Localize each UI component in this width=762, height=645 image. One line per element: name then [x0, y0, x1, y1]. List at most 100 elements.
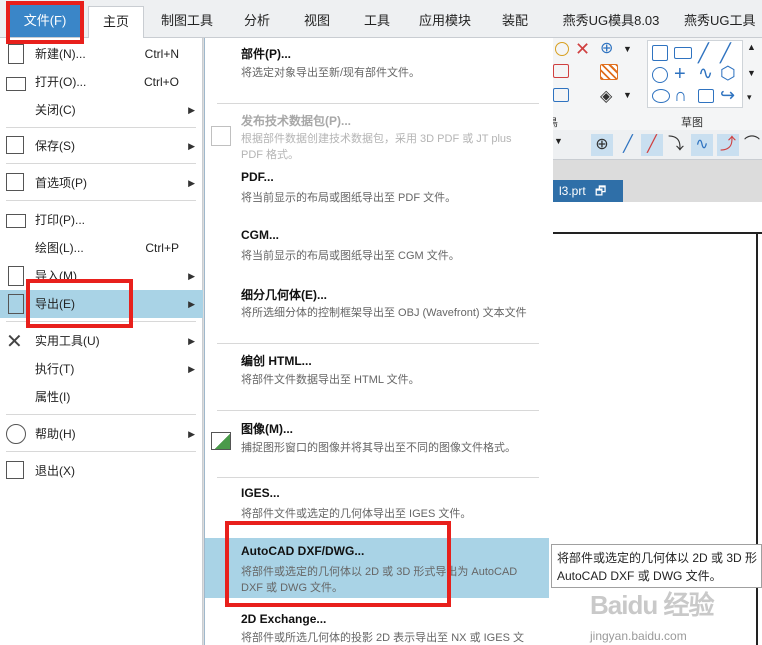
cross-icon[interactable]: ✕ — [575, 40, 593, 58]
chevron-right-icon: ▶ — [188, 364, 195, 374]
tooltip: 将部件或选定的几何体以 2D 或 3D 形 AutoCAD DXF 或 DWG … — [551, 544, 762, 588]
menu-item-utilities[interactable]: ✕ 实用工具(U) ▶ — [0, 327, 203, 355]
snap-point-icon[interactable]: ⊕ — [591, 134, 613, 156]
sketch-gallery: ╱ ╱ + ∿ ⬡ ∩ ↪ — [647, 40, 743, 108]
close-icon[interactable]: ✕ — [563, 206, 573, 220]
menu-item-label: 退出(X) — [35, 464, 75, 478]
chevron-right-icon: ▶ — [188, 105, 195, 115]
tab-analysis[interactable]: 分析 — [232, 6, 282, 38]
import-icon — [8, 266, 24, 286]
menu-item-help[interactable]: 帮助(H) ▶ — [0, 420, 203, 448]
tab-drafting-tools[interactable]: 制图工具 — [150, 6, 224, 38]
export-item-title: CGM... — [241, 228, 279, 242]
export-item-image[interactable]: 图像(M)... 捕捉图形窗口的图像并将其导出至不同的图像文件格式。 — [205, 416, 549, 466]
menu-item-properties[interactable]: 属性(I) — [0, 383, 203, 411]
menu-item-exit[interactable]: 退出(X) — [0, 457, 203, 485]
menu-item-shortcut: Ctrl+P — [145, 241, 179, 255]
export-item-pdf[interactable]: PDF... 将当前显示的布局或图纸导出至 PDF 文件。 — [205, 168, 549, 218]
gallery-scroll-up-icon[interactable]: ▲ — [747, 42, 756, 52]
export-item-cgm[interactable]: CGM... 将当前显示的布局或图纸导出至 CGM 文件。 — [205, 228, 549, 278]
rectangle-icon[interactable] — [674, 47, 692, 59]
export-item-desc: 捕捉图形窗口的图像并将其导出至不同的图像文件格式。 — [241, 442, 516, 454]
chevron-right-icon: ▶ — [188, 141, 195, 151]
conic-icon[interactable]: ∩ — [674, 85, 687, 106]
gallery-scroll-down-icon[interactable]: ▼ — [747, 68, 756, 78]
polygon-icon[interactable]: ⬡ — [720, 63, 736, 84]
menu-item-shortcut: Ctrl+N — [144, 47, 179, 61]
graphics-tab-label: l3.prt — [559, 184, 586, 198]
export-item-title: 部件(P)... — [241, 47, 291, 61]
offset-icon[interactable] — [698, 89, 714, 103]
tab-applications[interactable]: 应用模块 — [410, 6, 480, 38]
tab-assembly[interactable]: 装配 — [490, 6, 540, 38]
plus-icon[interactable]: + — [674, 63, 686, 86]
export-item-desc: 将选定对象导出至新/现有部件文件。 — [241, 67, 421, 79]
menu-item-save[interactable]: 保存(S) ▶ — [0, 132, 203, 160]
menu-item-open[interactable]: 打开(O)... Ctrl+O — [0, 68, 203, 96]
profile-icon[interactable] — [652, 45, 668, 61]
watermark-logo: Baidu 经验 — [590, 590, 714, 620]
menu-item-shortcut: Ctrl+O — [143, 75, 179, 89]
menu-item-label: 执行(T) — [35, 362, 75, 376]
export-item-title: IGES... — [241, 486, 280, 500]
tab-view[interactable]: 视图 — [292, 6, 342, 38]
export-item-title: 2D Exchange... — [241, 612, 327, 626]
export-item-desc: 将所选细分体的控制框架导出至 OBJ (Wavefront) 文本文件 — [241, 307, 527, 319]
ribbon-tab-bar: 文件(F) 主页 制图工具 分析 视图 工具 应用模块 装配 燕秀UG模具8.0… — [0, 0, 762, 38]
menu-item-label: 打印(P)... — [35, 213, 85, 227]
export-icon — [8, 294, 24, 314]
export-item-tessellated[interactable]: 细分几何体(E)... 将所选细分体的控制框架导出至 OBJ (Wavefron… — [205, 284, 549, 340]
ellipse-icon[interactable] — [652, 89, 670, 103]
fill-icon[interactable]: ◈ — [600, 86, 612, 106]
graphics-tab[interactable]: l3.prt 🗗 ✕ — [553, 180, 623, 220]
callout-file-tab — [6, 1, 84, 44]
point-icon[interactable]: ⊕ — [600, 40, 618, 58]
arc-icon[interactable]: ╱ — [720, 43, 731, 64]
menu-item-close[interactable]: 关闭(C) ▶ — [0, 96, 203, 124]
ribbon-panel: ✕ ⊕ ▼ ◈ ▼ 鳥 ╱ ╱ + ∿ ⬡ ∩ ↪ ▲ ▼ ▾ 草图 — [545, 38, 762, 130]
menu-item-execute[interactable]: 执行(T) ▶ — [0, 355, 203, 383]
fillet-icon[interactable] — [553, 64, 569, 78]
export-item-desc: 将部件或所选几何体的投影 2D 表示导出至 NX 或 IGES 文 — [241, 632, 524, 644]
tab-tools[interactable]: 工具 — [352, 6, 402, 38]
intersection-icon[interactable]: ∿ — [691, 134, 713, 156]
export-item-tech-data-package[interactable]: 发布技术数据包(P)... 根据部件数据创建技术数据包，采用 3D PDF 或 … — [205, 112, 549, 168]
chevron-right-icon: ▶ — [188, 178, 195, 188]
tab-home[interactable]: 主页 — [88, 6, 144, 38]
export-item-html[interactable]: 编创 HTML... 将部件文件数据导出至 HTML 文件。 — [205, 348, 549, 398]
fillet-curve-icon[interactable]: ↪ — [720, 85, 735, 106]
menu-item-preferences[interactable]: 首选项(P) ▶ — [0, 169, 203, 197]
menu-item-plot[interactable]: 绘图(L)... Ctrl+P — [0, 234, 203, 262]
tab-yanxiu-mold[interactable]: 燕秀UG模具8.03 — [556, 6, 666, 38]
tools-icon: ✕ — [6, 331, 23, 353]
tab-yanxiu-tools[interactable]: 燕秀UG工具 — [684, 6, 762, 38]
snap-toolbar: ▸ ▼ ⊕ ╱ ╱ ⤵ ∿ ⤴ ⌒ — [545, 130, 762, 160]
hatch-icon[interactable] — [600, 64, 618, 80]
menu-item-label: 属性(I) — [35, 390, 71, 404]
menu-item-label: 绘图(L)... — [35, 241, 84, 255]
endpoint-icon[interactable]: ╱ — [617, 134, 639, 156]
line-icon[interactable]: ╱ — [698, 43, 709, 64]
dropdown-icon[interactable]: ▼ — [623, 44, 632, 54]
export-item-desc: 将当前显示的布局或图纸导出至 CGM 文件。 — [241, 250, 460, 262]
control-point-icon[interactable]: ⤵ — [665, 134, 687, 156]
midpoint-icon[interactable]: ╱ — [641, 134, 663, 156]
menu-item-print[interactable]: 打印(P)... — [0, 206, 203, 234]
export-item-part[interactable]: 部件(P)... 将选定对象导出至新/现有部件文件。 — [205, 42, 549, 92]
export-item-title: 编创 HTML... — [241, 354, 312, 368]
menu-item-new[interactable]: 新建(N)... Ctrl+N — [0, 40, 203, 68]
arc-center-icon[interactable]: ⌒ — [743, 134, 761, 156]
restore-icon[interactable]: 🗗 — [595, 184, 606, 198]
image-icon[interactable] — [553, 88, 569, 102]
circle-icon[interactable] — [652, 67, 668, 83]
export-item-2d-exchange[interactable]: 2D Exchange... 将部件或所选几何体的投影 2D 表示导出至 NX … — [205, 606, 549, 645]
question-icon[interactable] — [555, 42, 569, 56]
curve-point-icon[interactable]: ⤴ — [717, 134, 739, 156]
spline-icon[interactable]: ∿ — [698, 63, 713, 84]
chevron-right-icon: ▶ — [188, 299, 195, 309]
export-item-title: 细分几何体(E)... — [241, 288, 327, 302]
gallery-more-icon[interactable]: ▾ — [747, 92, 752, 103]
menu-item-label: 关闭(C) — [35, 103, 76, 117]
callout-export-item — [26, 279, 133, 328]
dropdown-icon[interactable]: ▼ — [623, 90, 632, 100]
